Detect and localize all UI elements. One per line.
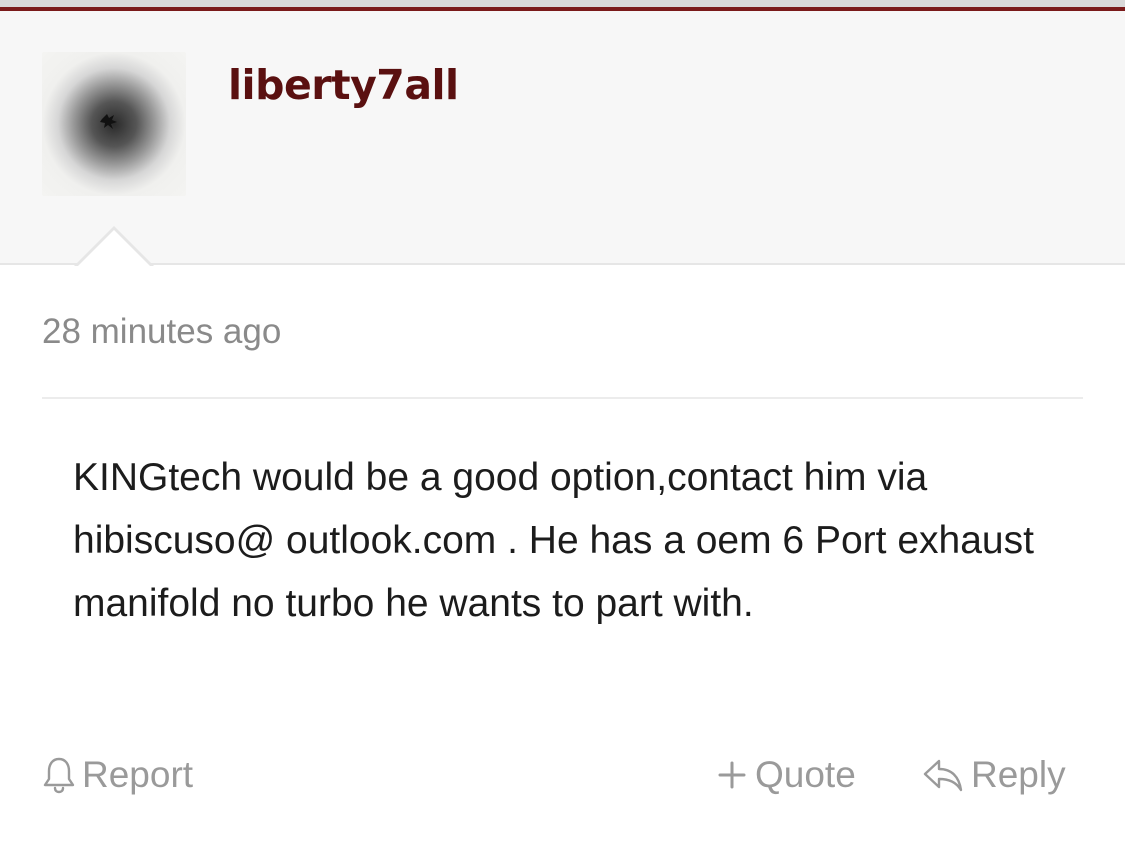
- quote-label: Quote: [755, 754, 856, 795]
- report-label: Report: [82, 754, 194, 795]
- post-author-header: liberty7all: [0, 11, 1125, 265]
- reply-button[interactable]: Reply: [921, 748, 1066, 802]
- report-button[interactable]: Report: [42, 748, 193, 802]
- author-username[interactable]: liberty7all: [228, 55, 459, 115]
- reply-label: Reply: [971, 754, 1066, 795]
- post-body: KINGtech would be a good option,contact …: [73, 456, 1034, 625]
- reply-arrow-icon: [923, 759, 963, 792]
- avatar[interactable]: [42, 52, 186, 196]
- post-timestamp[interactable]: 28 minutes ago: [42, 308, 281, 356]
- forum-post: liberty7all 28 minutes ago KINGtech woul…: [0, 0, 1125, 848]
- avatar-emblem-icon: [100, 114, 117, 129]
- divider: [42, 397, 1083, 399]
- plus-icon: [718, 761, 746, 789]
- bell-icon: [43, 757, 75, 794]
- header-pointer: [76, 230, 152, 268]
- quote-button[interactable]: Quote: [715, 748, 856, 802]
